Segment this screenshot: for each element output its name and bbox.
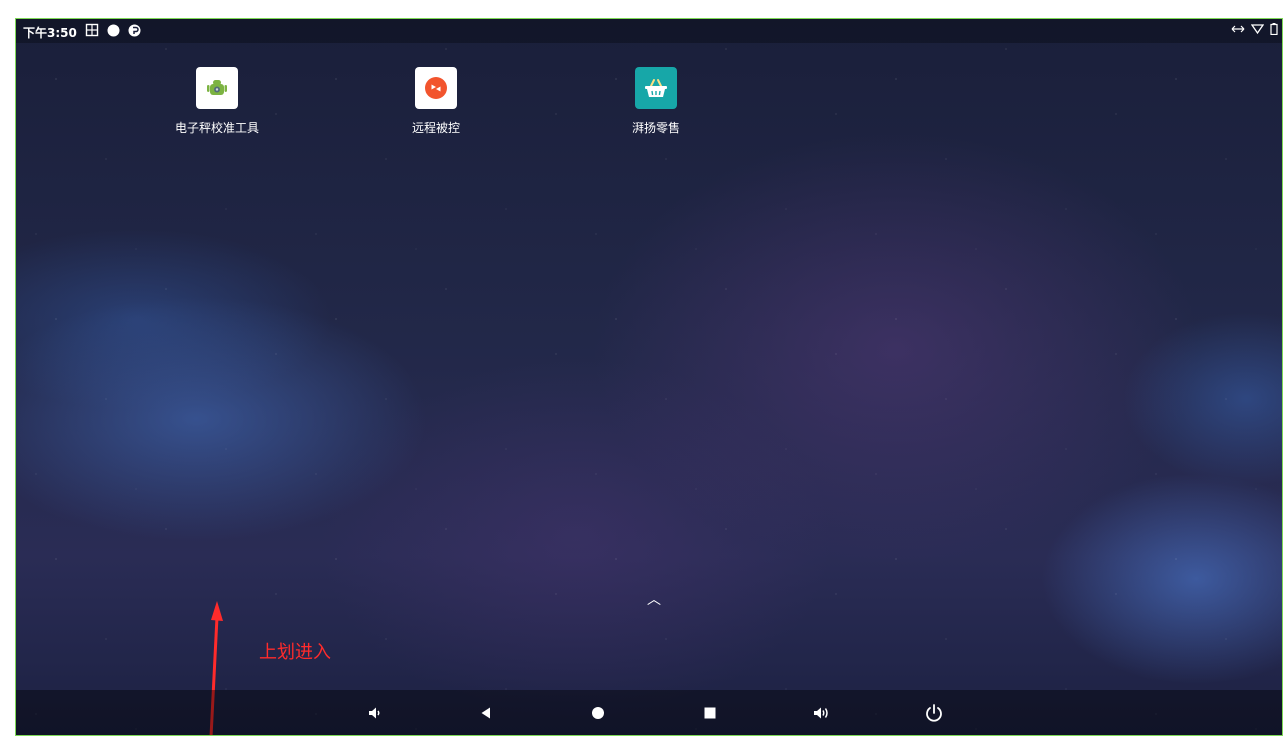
- rotate-icon: [1231, 25, 1245, 33]
- android-desktop: 下午3:50 电子秤校准工具 远程被控 湃扬零售 ︿ 上划进入: [15, 18, 1283, 736]
- wifi-icon: [1251, 24, 1264, 35]
- back-button[interactable]: [473, 700, 499, 726]
- app-retail[interactable]: 湃扬零售: [591, 67, 721, 136]
- notification-icons: [85, 23, 141, 37]
- annotation-text: 上划进入: [259, 642, 331, 663]
- app-drawer-handle[interactable]: ︿: [647, 589, 661, 609]
- battery-icon: [1270, 23, 1278, 35]
- status-time: 下午3:50: [23, 26, 77, 40]
- android-app-icon[interactable]: [196, 67, 238, 109]
- home-icon: [592, 707, 604, 719]
- status-bar[interactable]: 下午3:50: [16, 19, 1282, 43]
- volume-up-button[interactable]: [809, 700, 835, 726]
- app-label: 电子秤校准工具: [174, 121, 259, 135]
- volume-down-icon: [369, 707, 380, 719]
- app-scale-calibration[interactable]: 电子秤校准工具: [152, 67, 282, 136]
- power-icon: [926, 704, 942, 722]
- app-notification-icon: [128, 24, 141, 36]
- navigation-bar: [16, 690, 1282, 735]
- recents-button[interactable]: [697, 700, 723, 726]
- system-icons: [1231, 23, 1278, 35]
- shopping-basket-icon[interactable]: [635, 67, 677, 109]
- remote-control-icon[interactable]: [415, 67, 457, 109]
- app-label: 湃扬零售: [631, 121, 680, 135]
- app-label: 远程被控: [411, 121, 460, 135]
- back-icon: [481, 707, 490, 719]
- app-remote-control[interactable]: 远程被控: [371, 67, 501, 136]
- home-button[interactable]: [585, 700, 611, 726]
- record-icon: [107, 24, 120, 36]
- volume-up-icon: [814, 707, 828, 719]
- recents-icon: [704, 707, 716, 719]
- power-button[interactable]: [921, 700, 947, 726]
- screenshot-icon: [85, 23, 99, 37]
- volume-down-button[interactable]: [362, 700, 388, 726]
